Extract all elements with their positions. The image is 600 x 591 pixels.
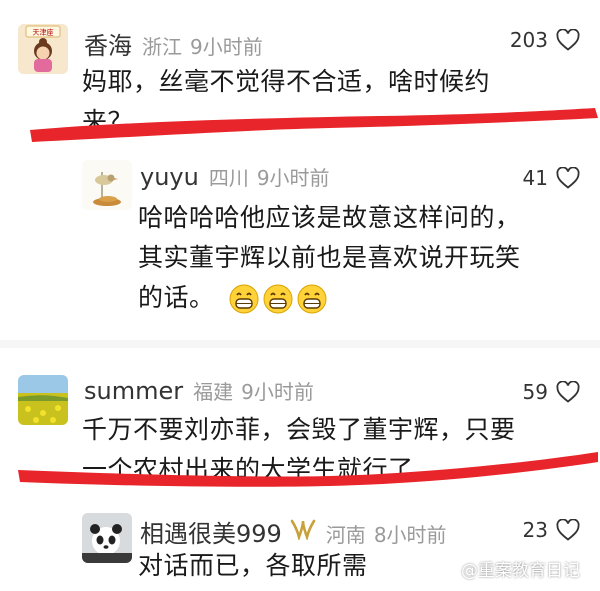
vip-badge-icon — [290, 519, 316, 540]
comment-text: 千万不要刘亦菲，会毁了董宇辉，只要 一个农村出来的大学生就行了 — [82, 410, 516, 490]
comment-line: 一个农村出来的大学生就行了 — [82, 455, 414, 484]
comment-meta: 相遇很美999 河南 8小时前 — [140, 514, 447, 548]
avatar-caption: 天津座 — [33, 28, 54, 37]
avatar[interactable] — [82, 160, 132, 210]
grinning-face-icon — [263, 284, 293, 314]
avatar[interactable] — [82, 513, 132, 563]
location: 福建 — [193, 380, 234, 404]
timestamp: 9小时前 — [241, 380, 314, 404]
comment-text: 哈哈哈哈他应该是故意这样问的， 其实董宇辉以前也是喜欢说开玩笑 的话。 — [138, 198, 521, 318]
heart-icon — [556, 167, 580, 189]
avatar[interactable]: 天津座 — [18, 24, 68, 74]
heart-icon — [556, 29, 580, 51]
username[interactable]: yuyu — [140, 163, 199, 191]
like-button[interactable]: 41 — [523, 166, 580, 190]
like-button[interactable]: 23 — [523, 518, 580, 542]
like-count: 23 — [522, 518, 548, 542]
timestamp: 8小时前 — [373, 523, 447, 547]
comment-line: 千万不要刘亦菲，会毁了董宇辉，只要 — [82, 415, 516, 444]
comment-text: 妈耶，丝毫不觉得不合适，啥时候约 来？ — [82, 62, 490, 142]
avatar[interactable] — [18, 375, 68, 425]
username[interactable]: summer — [84, 377, 183, 405]
like-count: 41 — [522, 166, 548, 190]
comment-line: 其实董宇辉以前也是喜欢说开玩笑 — [138, 243, 521, 272]
username[interactable]: 相遇很美999 — [140, 514, 282, 549]
avatar-panda-icon — [82, 513, 132, 563]
heart-icon — [556, 519, 580, 541]
comment-line: 哈哈哈哈他应该是故意这样问的， — [138, 203, 521, 232]
like-count: 59 — [522, 380, 548, 404]
like-button[interactable]: 59 — [523, 380, 580, 404]
comment-meta: 香海 浙江 9小时前 — [84, 26, 263, 60]
comment-line: 来？ — [82, 107, 134, 136]
like-button[interactable]: 203 — [510, 28, 580, 52]
username[interactable]: 香海 — [84, 26, 132, 61]
comment-line: 对话而已，各取所需 — [138, 551, 368, 580]
heart-icon — [556, 381, 580, 403]
avatar-bird-icon — [82, 160, 132, 210]
watermark: @重案教育日记 — [461, 561, 580, 581]
section-divider — [0, 340, 600, 348]
location: 河南 — [325, 523, 366, 547]
location: 浙江 — [142, 35, 182, 59]
location: 四川 — [208, 166, 249, 190]
emoji-row — [229, 284, 331, 314]
grinning-face-icon — [297, 284, 327, 314]
grinning-face-icon — [229, 284, 259, 314]
avatar-cartoon-icon: 天津座 — [18, 24, 68, 74]
timestamp: 9小时前 — [256, 166, 330, 190]
comment-line: 的话。 — [138, 283, 215, 312]
comment-line: 妈耶，丝毫不觉得不合适，啥时候约 — [82, 67, 491, 96]
avatar-flower-field-icon — [18, 375, 68, 425]
timestamp: 9小时前 — [190, 35, 263, 59]
comment-text: 对话而已，各取所需 — [138, 546, 368, 586]
comment-meta: summer 福建 9小时前 — [84, 376, 314, 406]
like-count: 203 — [509, 28, 548, 52]
comment-meta: yuyu 四川 9小时前 — [140, 162, 330, 192]
comment-line-with-emoji: 的话。 — [138, 278, 521, 318]
